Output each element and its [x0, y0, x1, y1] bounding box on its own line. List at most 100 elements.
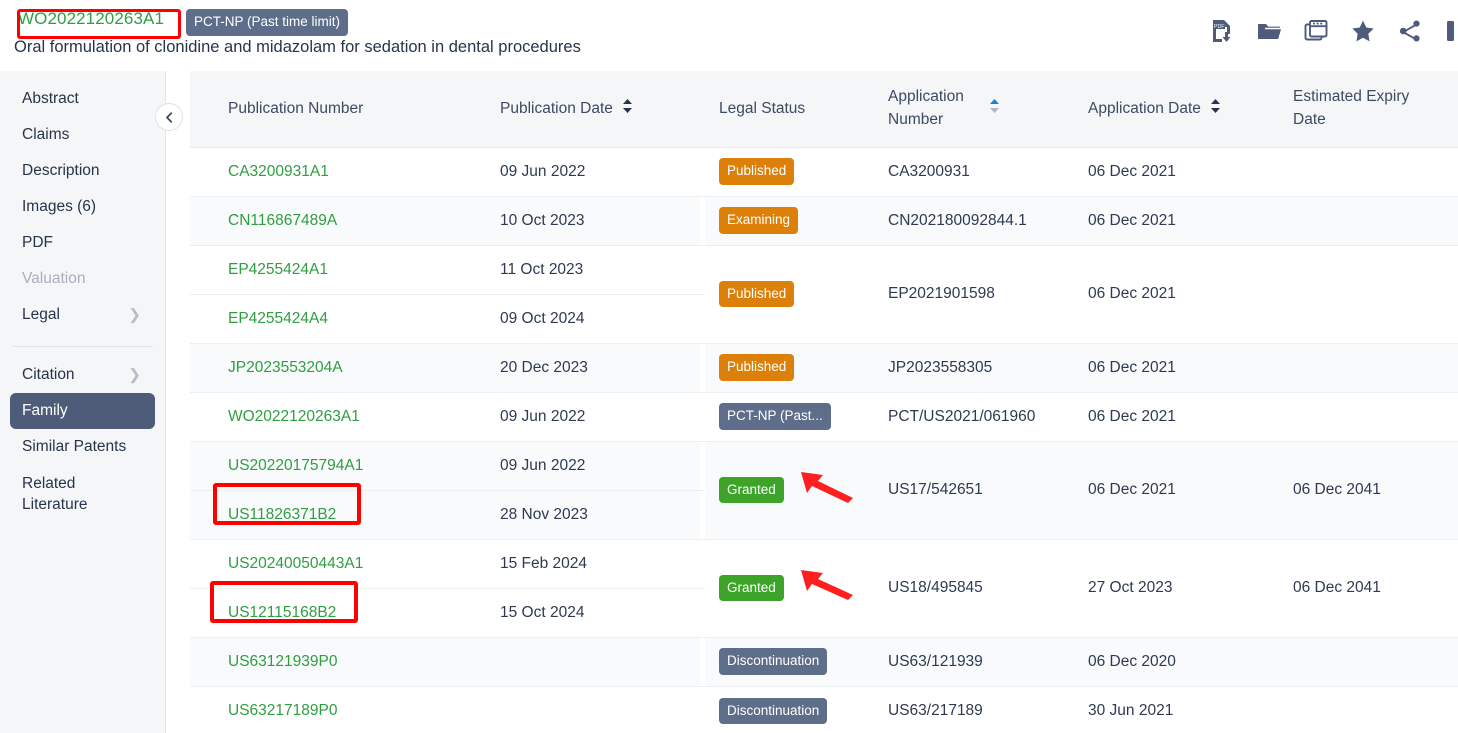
sort-arrows-icon [990, 99, 999, 114]
column-header-application-date[interactable]: Application Date [1088, 71, 1293, 148]
publication-number-link[interactable]: WO2022120263A1 [228, 408, 360, 425]
sidebar-item-legal[interactable]: Legal ❯ [10, 297, 155, 333]
cell-application-number: US63/217189 [888, 701, 983, 719]
table-row[interactable]: CN116867489A 10 Oct 2023 Examining CN202180… [190, 196, 1458, 246]
table-row[interactable]: US63217189P0 Discontinuation US63/217189 30… [190, 686, 1458, 733]
sort-icon[interactable] [622, 98, 633, 119]
cell-publication-date: 09 Jun 2022 [500, 441, 700, 491]
cell-application-number: EP2021901598 [878, 245, 1088, 344]
publication-number-link[interactable]: EP4255424A4 [228, 310, 328, 327]
sidebar-item-related-literature[interactable]: Related Literature [10, 465, 102, 525]
cell-publication-number: EP4255424A1 [190, 245, 500, 295]
column-header-application-number[interactable]: Application Number [878, 71, 1088, 148]
cell-estimated-expiry-date [1293, 686, 1458, 733]
table-row[interactable]: US20240050443A1 15 Feb 2024 Granted US18/49… [190, 539, 1458, 638]
publication-number-link[interactable]: US20220175794A1 [228, 457, 363, 474]
star-icon[interactable] [1350, 18, 1376, 44]
column-header-estimated-expiry-date[interactable]: Estimated Expiry Date [1293, 71, 1458, 148]
legal-status-badge: Published [719, 280, 795, 308]
publication-number-link[interactable]: JP2023553204A [228, 359, 343, 376]
table-row[interactable]: US20220175794A1 09 Jun 2022 Granted US17/54… [190, 441, 1458, 540]
legal-status-badge: Granted [719, 574, 784, 602]
folder-icon[interactable] [1256, 18, 1282, 44]
table-row[interactable]: EP4255424A1 11 Oct 2023 Published EP2021901… [190, 245, 1458, 344]
share-icon[interactable] [1397, 18, 1423, 44]
cell-application-date: 27 Oct 2023 [1088, 539, 1293, 638]
column-header-legal-status[interactable]: Legal Status [705, 71, 878, 148]
sidebar-item-images[interactable]: Images (6) [10, 189, 155, 225]
header-toolbar: PDF PDF [1209, 18, 1458, 44]
sidebar-item-abstract[interactable]: Abstract [10, 81, 155, 117]
page-header: WO2022120263A1 PCT-NP (Past time limit) … [0, 0, 1458, 70]
sort-arrows-icon [622, 99, 632, 114]
cell-publication-date: 11 Oct 2023 [500, 245, 700, 295]
column-header-publication-number[interactable]: Publication Number [190, 71, 500, 148]
column-header-publication-date[interactable]: Publication Date [500, 71, 700, 148]
table-row[interactable]: CA3200931A1 09 Jun 2022 Published CA3200931… [190, 147, 1458, 197]
cell-application-date: 06 Dec 2020 [1088, 637, 1293, 687]
family-table-container[interactable]: Publication Number Publication Date Lega… [190, 71, 1458, 733]
cell-publication-date: 09 Jun 2022 [500, 392, 700, 442]
publication-number-link[interactable]: WO2022120263A1 [12, 6, 170, 33]
cell-legal-status: Granted [705, 539, 878, 638]
publication-number-link[interactable]: US20240050443A1 [228, 555, 363, 572]
sidebar-collapse-button[interactable] [155, 103, 183, 131]
windows-icon[interactable] [1303, 18, 1329, 44]
publication-number-link[interactable]: US11826371B2 [228, 506, 336, 523]
column-label: Application Date [1088, 99, 1201, 117]
cell-publication-number: CA3200931A1 [190, 147, 500, 197]
sidebar-item-description[interactable]: Description [10, 153, 155, 189]
sidebar-item-label: PDF [22, 234, 53, 251]
cell-estimated-expiry-date [1293, 196, 1458, 246]
cell-publication-number: WO2022120263A1 [190, 392, 500, 442]
cell-publication-number: US12115168B2 [190, 588, 500, 638]
legal-status-badge: Discontinuation [719, 697, 828, 724]
sidebar-item-claims[interactable]: Claims [10, 117, 155, 153]
partial-icon[interactable] [1444, 18, 1456, 44]
sort-icon[interactable] [989, 98, 1000, 119]
publication-number-link[interactable]: US12115168B2 [228, 604, 336, 621]
cell-application-number: CN202180092844.1 [878, 196, 1088, 246]
column-label: Publication Number [228, 99, 364, 117]
table-row[interactable]: WO2022120263A1 09 Jun 2022 PCT-NP (Past...… [190, 392, 1458, 442]
sidebar-item-citation[interactable]: Citation ❯ [10, 357, 155, 393]
sidebar-item-similar-patents[interactable]: Similar Patents [10, 429, 155, 465]
cell-publication-date: 15 Oct 2024 [500, 588, 700, 638]
cell-publication-date: 28 Nov 2023 [500, 490, 700, 540]
publication-number-link[interactable]: US63121939P0 [228, 653, 337, 670]
cell-publication-number: US20240050443A1 [190, 539, 500, 589]
cell-publication-date: 20 Dec 2023 [500, 343, 700, 393]
cell-publication-number: US63217189P0 [190, 686, 500, 733]
sidebar-divider [12, 346, 153, 347]
cell-application-date: 06 Dec 2021 [1088, 441, 1293, 540]
cell-application-number: PCT/US2021/061960 [878, 392, 1088, 442]
sidebar: Abstract Claims Description Images (6) P… [0, 71, 166, 733]
svg-text:PDF: PDF [1214, 24, 1224, 30]
column-divider [700, 490, 705, 540]
cell-estimated-expiry-date: 06 Dec 2041 [1293, 539, 1458, 638]
cell-publication-date [500, 686, 700, 733]
pdf-download-icon[interactable]: PDF PDF [1209, 18, 1235, 44]
table-row[interactable]: US63121939P0 Discontinuation US63/121939 06… [190, 637, 1458, 687]
sort-icon[interactable] [1210, 98, 1221, 119]
publication-number-link[interactable]: US63217189P0 [228, 702, 337, 719]
column-label: Legal Status [719, 99, 806, 117]
cell-publication-date: 09 Jun 2022 [500, 147, 700, 197]
sidebar-item-pdf[interactable]: PDF [10, 225, 155, 261]
cell-application-number: US63/121939 [878, 637, 1088, 687]
sidebar-item-label: Family [22, 402, 68, 419]
publication-number-link[interactable]: CN116867489A [228, 212, 337, 229]
cell-publication-date: 10 Oct 2023 [500, 196, 700, 246]
publication-number-link[interactable]: EP4255424A1 [228, 261, 328, 278]
legal-status-badge: Examining [719, 207, 799, 234]
table-body: CA3200931A1 09 Jun 2022 Published CA3200931… [190, 147, 1458, 733]
legal-status-badge: PCT-NP (Past... [719, 403, 831, 430]
table-header: Publication Number Publication Date Lega… [190, 71, 1458, 148]
sidebar-item-label: Description [22, 162, 100, 179]
table-row[interactable]: JP2023553204A 20 Dec 2023 Published JP20235… [190, 343, 1458, 393]
cell-publication-date [500, 637, 700, 687]
cell-publication-number: JP2023553204A [190, 343, 500, 393]
publication-number-link[interactable]: CA3200931A1 [228, 163, 329, 180]
cell-estimated-expiry-date [1293, 637, 1458, 687]
sidebar-item-family[interactable]: Family [10, 393, 155, 429]
